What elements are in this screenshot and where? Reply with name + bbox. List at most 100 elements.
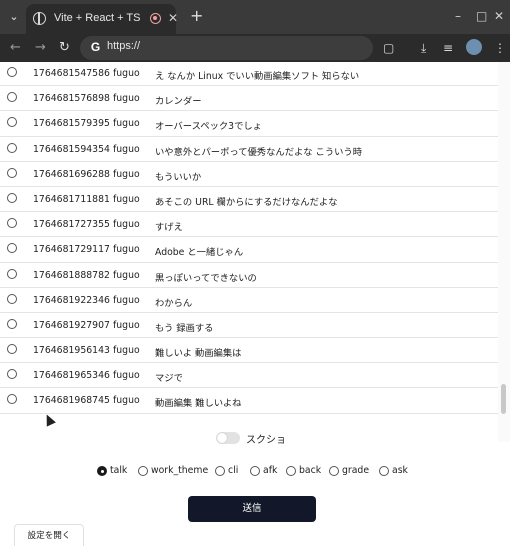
tab-search-chevron-icon[interactable]: ⌄ — [6, 9, 22, 25]
message-row[interactable]: 1764681696288 fuguo もういいか — [0, 162, 498, 187]
message-timestamp: 1764681727355 — [33, 219, 110, 231]
message-text: Adobe と一緒じゃん — [155, 247, 244, 259]
globe-icon — [33, 12, 46, 25]
message-timestamp: 1764681594354 — [33, 143, 110, 155]
message-row[interactable]: 1764681729117 fuguo Adobe と一緒じゃん — [0, 237, 498, 263]
radio-button[interactable] — [329, 466, 339, 476]
message-user: fuguo — [113, 395, 140, 407]
message-select-radio[interactable] — [7, 293, 17, 304]
message-user: fuguo — [113, 244, 140, 256]
browser-tab[interactable]: Vite + React + TS ✕ — [26, 4, 178, 34]
message-text: え なんか Linux でいい動画編集ソフト 知らない — [155, 71, 360, 82]
message-user: fuguo — [113, 269, 140, 281]
download-icon[interactable]: ⤓ — [421, 40, 426, 56]
message-user: fuguo — [113, 370, 140, 382]
message-timestamp: 1764681711881 — [33, 193, 110, 205]
message-user: fuguo — [113, 319, 140, 331]
message-timestamp: 1764681888782 — [33, 269, 110, 281]
message-user: fuguo — [113, 68, 140, 79]
message-row[interactable]: 1764681922346 fuguo わからん — [0, 288, 498, 313]
message-timestamp: 1764681696288 — [33, 168, 110, 180]
send-button[interactable]: 送信 — [188, 496, 316, 522]
category-option-label: cli — [228, 465, 239, 476]
message-user: fuguo — [113, 143, 140, 155]
message-select-radio[interactable] — [7, 369, 17, 380]
url-text: https:// — [107, 40, 141, 52]
message-select-radio[interactable] — [7, 167, 17, 178]
message-timestamp: 1764681729117 — [33, 244, 110, 256]
message-select-radio[interactable] — [7, 142, 17, 153]
message-text: マジで — [155, 373, 183, 385]
message-timestamp: 1764681927907 — [33, 319, 110, 331]
window-close-icon[interactable]: ✕ — [494, 9, 504, 23]
message-row[interactable]: 1764681594354 fuguo いや意外とパーポって優秀なんだよな こういう… — [0, 137, 498, 162]
message-select-radio[interactable] — [7, 318, 17, 329]
recording-icon — [150, 13, 161, 24]
back-icon[interactable]: ← — [10, 40, 21, 56]
category-option-label: talk — [110, 465, 128, 476]
message-row[interactable]: 1764681547586 fuguo え なんか Linux でいい動画編集ソフト… — [0, 62, 498, 87]
radio-button[interactable] — [97, 466, 107, 476]
message-user: fuguo — [113, 93, 140, 105]
message-text: いや意外とパーポって優秀なんだよな こういう時 — [155, 146, 363, 158]
toggle-knob — [217, 433, 227, 443]
scrollbar-thumb[interactable] — [501, 384, 506, 414]
message-select-radio[interactable] — [7, 117, 17, 128]
message-select-radio[interactable] — [7, 344, 17, 355]
scrollbar[interactable] — [498, 62, 510, 442]
message-row[interactable]: 1764681727355 fuguo すげえ — [0, 212, 498, 238]
screenshot-toggle-label: スクショ — [246, 435, 286, 446]
message-row[interactable]: 1764681711881 fuguo あそこの URL 欄からにするだけなんだよな — [0, 187, 498, 213]
radio-button[interactable] — [215, 466, 225, 476]
reload-icon[interactable]: ↻ — [59, 40, 70, 56]
message-list: 1764681547586 fuguo え なんか Linux でいい動画編集ソフト… — [0, 62, 498, 414]
message-row[interactable]: 1764681576898 fuguo カレンダー — [0, 86, 498, 112]
message-text: カレンダー — [155, 96, 202, 108]
address-bar[interactable]: G https:// — [80, 36, 373, 60]
radio-button[interactable] — [250, 466, 260, 476]
message-select-radio[interactable] — [7, 67, 17, 77]
browser-toolbar: ← → ↻ G https:// ▢ ⤓ ≡ ⋮ — [0, 34, 510, 62]
message-text: あそこの URL 欄からにするだけなんだよな — [155, 196, 338, 208]
close-icon[interactable]: ✕ — [168, 11, 178, 25]
open-settings-button[interactable]: 設定を開く — [14, 524, 84, 546]
message-timestamp: 1764681576898 — [33, 93, 110, 105]
message-select-radio[interactable] — [7, 92, 17, 103]
message-text: 黒っぽいってできないの — [155, 272, 257, 284]
profile-avatar[interactable] — [466, 39, 482, 55]
minimize-icon[interactable]: – — [455, 9, 461, 23]
message-row[interactable]: 1764681965346 fuguo マジで — [0, 363, 498, 389]
message-row[interactable]: 1764681968745 fuguo 動画編集 難しいよね — [0, 388, 498, 414]
message-select-radio[interactable] — [7, 218, 17, 229]
playlist-icon[interactable]: ≡ — [443, 40, 453, 56]
message-timestamp: 1764681579395 — [33, 118, 110, 130]
message-select-radio[interactable] — [7, 268, 17, 279]
message-row[interactable]: 1764681956143 fuguo 難しいよ 動画編集は — [0, 338, 498, 364]
message-select-radio[interactable] — [7, 243, 17, 254]
message-timestamp: 1764681968745 — [33, 395, 110, 407]
maximize-icon[interactable]: □ — [476, 9, 487, 23]
message-text: すげえ — [155, 222, 183, 234]
category-option-label: afk — [263, 465, 278, 476]
radio-button[interactable] — [286, 466, 296, 476]
category-option-label: back — [299, 465, 322, 476]
message-user: fuguo — [113, 294, 140, 306]
message-timestamp: 1764681965346 — [33, 370, 110, 382]
kebab-menu-icon[interactable]: ⋮ — [494, 40, 506, 56]
screenshot-toggle[interactable] — [216, 432, 240, 444]
message-select-radio[interactable] — [7, 192, 17, 203]
new-tab-icon[interactable]: + — [190, 7, 203, 25]
message-text: もう 録画する — [155, 322, 214, 334]
radio-button[interactable] — [138, 466, 148, 476]
message-user: fuguo — [113, 193, 140, 205]
tab-title: Vite + React + TS — [54, 12, 141, 24]
message-row[interactable]: 1764681927907 fuguo もう 録画する — [0, 313, 498, 339]
message-row[interactable]: 1764681888782 fuguo 黒っぽいってできないの — [0, 263, 498, 288]
message-select-radio[interactable] — [7, 394, 17, 405]
message-timestamp: 1764681956143 — [33, 345, 110, 357]
message-row[interactable]: 1764681579395 fuguo オーバースペック3でしょ — [0, 111, 498, 137]
radio-button[interactable] — [379, 466, 389, 476]
extensions-icon[interactable]: ▢ — [383, 40, 394, 56]
forward-icon[interactable]: → — [35, 40, 46, 56]
message-text: オーバースペック3でしょ — [155, 121, 262, 133]
